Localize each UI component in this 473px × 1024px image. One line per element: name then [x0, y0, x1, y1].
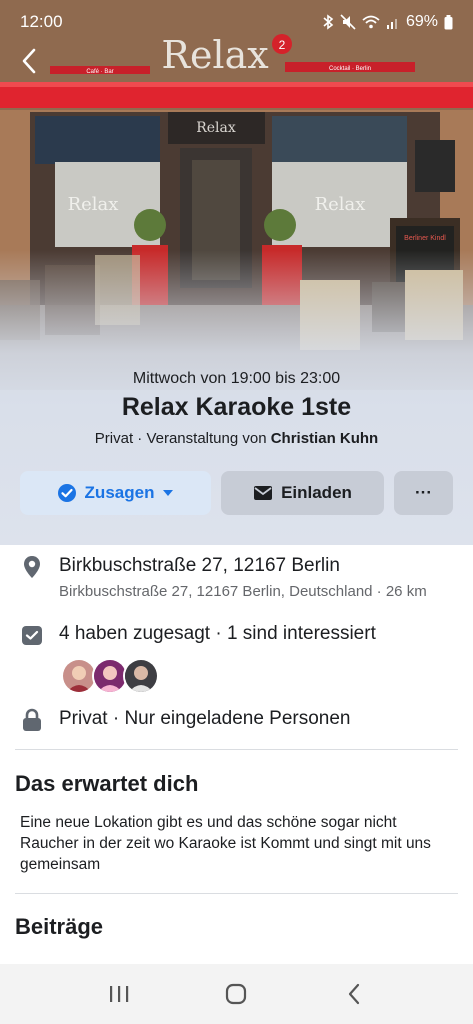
check-circle-icon	[57, 484, 76, 502]
divider	[15, 893, 458, 894]
bluetooth-icon	[323, 14, 334, 30]
cover-photo-section: Relax 2 Café · Bar Cocktail · Berlin Rel…	[0, 0, 473, 545]
home-button[interactable]	[216, 974, 256, 1014]
event-address-full: Birkbuschstraße 27, 12167 Berlin, Deutsc…	[59, 583, 427, 600]
calendar-check-icon	[20, 623, 44, 647]
status-icons: 69%	[322, 13, 453, 31]
board-text: Berliner Kindl	[404, 235, 446, 242]
back-button[interactable]	[14, 46, 44, 76]
going-label: Zusagen	[84, 483, 155, 502]
invite-button[interactable]: Einladen	[221, 471, 384, 515]
status-bar: 12:00 69%	[0, 0, 473, 44]
recent-apps-icon	[109, 986, 129, 1002]
status-time: 12:00	[20, 12, 63, 31]
event-date: Mittwoch von 19:00 bis 23:00	[132, 370, 341, 387]
battery-icon	[444, 14, 453, 29]
lock-icon	[20, 708, 44, 732]
event-title: Relax Karaoke 1ste	[121, 393, 352, 421]
android-nav-bar	[0, 964, 473, 1024]
battery-level: 69%	[405, 13, 438, 30]
event-header: Mittwoch von 19:00 bis 23:00 Relax Karao…	[0, 370, 473, 447]
responses-row[interactable]: 4 haben zugesagt · 1 sind interessiert	[20, 623, 376, 647]
sign-right-text: Cocktail · Berlin	[329, 66, 371, 72]
home-icon	[226, 983, 247, 1005]
location-pin-icon	[20, 555, 44, 579]
about-title: Das erwartet dich	[15, 771, 199, 796]
more-options-button[interactable]: ···	[394, 471, 453, 515]
caret-down-icon	[163, 490, 174, 496]
more-label: ···	[415, 483, 432, 502]
event-host-line: Privat · Veranstaltung von Christian Kuh…	[0, 430, 473, 447]
mute-icon	[340, 14, 356, 30]
location-row[interactable]: Birkbuschstraße 27, 12167 Berlin Birkbus…	[20, 555, 427, 600]
posts-title: Beiträge	[15, 914, 104, 939]
event-actions: Zusagen Einladen ···	[20, 471, 453, 515]
divider	[15, 749, 458, 750]
envelope-icon	[254, 486, 273, 500]
back-arrow-icon	[22, 48, 36, 74]
signal-icon	[386, 19, 397, 29]
wifi-icon	[362, 15, 380, 29]
event-responses: 4 haben zugesagt · 1 sind interessiert	[59, 623, 376, 644]
privacy-row: Privat · Nur eingeladene Personen	[20, 708, 351, 732]
event-privacy: Privat · Nur eingeladene Personen	[59, 708, 351, 729]
about-text: Eine neue Lokation gibt es und das schön…	[20, 814, 431, 873]
recent-apps-button[interactable]	[99, 974, 139, 1014]
door-sign-text: Relax	[196, 120, 236, 136]
back-chevron-icon	[349, 983, 360, 1005]
window-left-text: Relax	[68, 194, 119, 215]
window-right-text: Relax	[315, 194, 366, 215]
event-host-name[interactable]: Christian Kuhn	[271, 430, 379, 447]
avatar	[123, 658, 159, 694]
invite-label: Einladen	[281, 483, 352, 502]
event-privacy-text: Privat · Veranstaltung von	[94, 430, 271, 447]
attendee-avatars[interactable]	[61, 658, 159, 694]
event-address: Birkbuschstraße 27, 12167 Berlin	[59, 555, 340, 576]
sign-left-text: Café · Bar	[86, 69, 113, 75]
system-back-button[interactable]	[334, 974, 374, 1014]
going-button[interactable]: Zusagen	[20, 471, 211, 515]
